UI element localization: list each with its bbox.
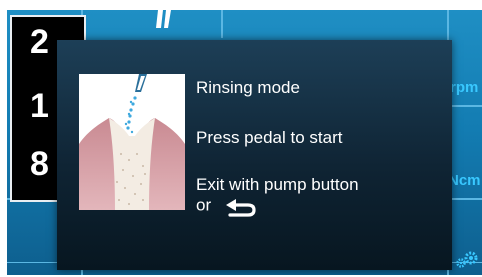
instrument-icon: [156, 10, 171, 28]
digit-top: 2: [30, 23, 49, 61]
return-arrow-icon: [225, 199, 256, 217]
device-screen: 2 1 8 rpm Ncm Rinsing mode Press pedal t…: [7, 10, 482, 275]
torque-unit: Ncm: [448, 172, 481, 189]
rinsing-tooth-illustration: [79, 74, 185, 210]
rinsing-mode-dialog: Rinsing mode Press pedal to start Exit w…: [57, 40, 452, 270]
digit-middle: 1: [30, 87, 49, 125]
dialog-exit-line: Exit with pump button: [196, 175, 359, 194]
dialog-exit-or: or: [196, 195, 212, 215]
digit-bottom: 8: [30, 145, 49, 183]
divider: [221, 10, 223, 38]
dialog-exit-alt: or: [196, 195, 258, 217]
speed-unit: rpm: [450, 79, 479, 96]
gear-icon[interactable]: [456, 250, 478, 268]
dialog-instruction: Press pedal to start: [196, 128, 343, 147]
divider: [447, 105, 482, 107]
dialog-title: Rinsing mode: [196, 78, 300, 97]
